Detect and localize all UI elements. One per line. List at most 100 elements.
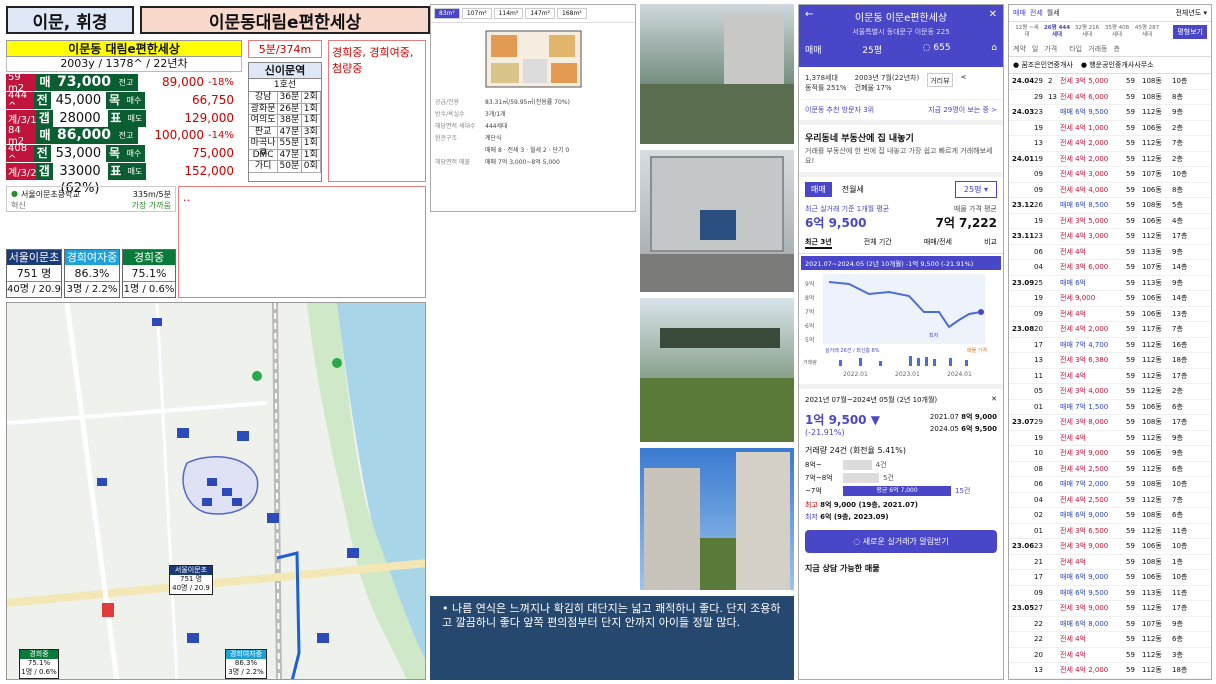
transaction-row[interactable]: 23.11 23 전세 4억 3,000 59 112동 17층 xyxy=(1009,229,1211,245)
transaction-row[interactable]: 06 전세 4억 59 113동 9층 xyxy=(1009,245,1211,260)
tab-sale[interactable]: 매매 xyxy=(805,43,822,56)
floor: 9층 xyxy=(1172,278,1183,287)
transaction-row[interactable]: 04 전세 4억 2,500 59 112동 7층 xyxy=(1009,493,1211,508)
transaction-row[interactable]: 17 매매 7억 4,700 59 112동 16층 xyxy=(1009,338,1211,353)
stat-sub: 1명 / 0.6% xyxy=(123,284,175,295)
transaction-row[interactable]: 13 전세 4억 2,000 59 112동 18층 xyxy=(1009,663,1211,679)
map-label-school[interactable]: 서울이문초 751 명 40명 / 20.9 xyxy=(169,565,213,595)
deal-type-tab[interactable]: 매매 xyxy=(1013,8,1026,18)
photo-2[interactable] xyxy=(640,150,794,292)
transaction-row[interactable]: 13 전세 3억 6,380 59 112동 18층 xyxy=(1009,353,1211,369)
size-filter-tab[interactable]: 32평 216세대 xyxy=(1073,25,1101,39)
transaction-row[interactable]: 11 전세 4억 59 112동 17층 xyxy=(1009,369,1211,384)
transaction-row[interactable]: 04 전세 3억 6,000 59 107동 14층 xyxy=(1009,260,1211,276)
size-filter-tab[interactable]: 26평 444세대 xyxy=(1043,25,1071,39)
size-tab[interactable]: 114m² xyxy=(493,8,524,19)
transaction-row[interactable]: 19 전세 4억 59 112동 9층 xyxy=(1009,431,1211,446)
size-tab[interactable]: 147m² xyxy=(525,8,555,19)
back-icon[interactable]: ← xyxy=(805,9,813,24)
transaction-row[interactable]: 09 전세 4억 3,000 59 107동 10층 xyxy=(1009,167,1211,183)
transaction-row[interactable]: 19 전세 3억 5,000 59 106동 4층 xyxy=(1009,214,1211,229)
transaction-row[interactable]: 07매매 7억59112동9층 xyxy=(1009,679,1211,680)
size-select[interactable]: 25평 xyxy=(862,43,882,56)
transaction-row[interactable]: 24.04 29 2 전세 3억 5,000 59 108동 10층 xyxy=(1009,74,1211,90)
transaction-row[interactable]: 09 전세 4억 4,000 59 106동 8층 xyxy=(1009,183,1211,198)
transaction-row[interactable]: 24.03 23 매매 6억 9,500 59 112동 9층 xyxy=(1009,105,1211,121)
transaction-row[interactable]: 09 매매 6억 9,500 59 113동 11층 xyxy=(1009,586,1211,601)
transaction-row[interactable]: 23.07 29 전세 3억 8,000 59 108동 17층 xyxy=(1009,415,1211,431)
street-view-button[interactable]: 거리뷰 xyxy=(927,73,953,87)
subway-row: 판교 47분 3회 xyxy=(249,126,322,138)
map-label-girls[interactable]: 경희여자중 86.3% 3명 / 2.2% xyxy=(225,649,267,679)
close-icon[interactable]: ✕ xyxy=(991,395,997,405)
walk-time: 5분/374m xyxy=(248,40,322,58)
deal-price: 전세 3억 9,000 xyxy=(1060,449,1109,458)
transaction-row[interactable]: 01 매매 7억 1,500 59 106동 6층 xyxy=(1009,400,1211,415)
transaction-row[interactable]: 17 매매 6억 9,000 59 106동 10층 xyxy=(1009,570,1211,586)
transaction-row[interactable]: 13 전세 4억 2,000 59 112동 7층 xyxy=(1009,136,1211,152)
size-tab[interactable]: 107m² xyxy=(461,8,492,19)
chart-tab[interactable]: 비교 xyxy=(984,237,997,249)
floor: 10층 xyxy=(1172,542,1188,551)
chart-tab[interactable]: 전체 기간 xyxy=(864,237,892,249)
photo-3[interactable] xyxy=(640,298,794,442)
share-icon[interactable]: ⋖ xyxy=(961,73,967,93)
transaction-row[interactable]: 01 전세 3억 6,500 59 112동 11층 xyxy=(1009,524,1211,539)
photo-1[interactable] xyxy=(640,4,794,144)
transaction-row[interactable]: 22 매매 6억 8,000 59 107동 9층 xyxy=(1009,617,1211,632)
transaction-row[interactable]: 19 전세 4억 1,000 59 106동 2층 xyxy=(1009,121,1211,136)
x-tick: 2023.01 xyxy=(895,371,920,378)
deal-type-tab[interactable]: 전세 xyxy=(1030,8,1043,18)
transaction-row[interactable]: 24.01 19 전세 4억 2,000 59 112동 2층 xyxy=(1009,152,1211,167)
size-dropdown[interactable]: 25평 ▾ xyxy=(954,181,997,198)
close-icon[interactable]: ✕ xyxy=(989,9,997,24)
size-view-button[interactable]: 평형보기 xyxy=(1173,25,1207,39)
map-label-middle[interactable]: 경희중 75.1% 1명 / 0.6% xyxy=(19,649,59,679)
transaction-row[interactable]: 19 전세 9,000 59 106동 14층 xyxy=(1009,291,1211,307)
comment-count[interactable]: ◌ 655 xyxy=(923,43,951,56)
chart-tab[interactable]: 매매/전세 xyxy=(924,237,952,249)
transaction-row[interactable]: 10 전세 3억 9,000 59 106동 9층 xyxy=(1009,446,1211,462)
size-filter-tab[interactable]: 45평 287세대 xyxy=(1133,25,1161,39)
transaction-row[interactable]: 23.08 20 전세 4억 2,000 59 117동 7층 xyxy=(1009,322,1211,338)
transaction-row[interactable]: 09 전세 4억 59 106동 13층 xyxy=(1009,307,1211,322)
size-tab[interactable]: 168m² xyxy=(557,8,587,19)
tab-trade[interactable]: 매매 xyxy=(805,182,832,197)
year-select[interactable]: 전체년도 ▾ xyxy=(1175,8,1207,18)
price-chart[interactable]: 9억 8억 7억 6억 5억 실거래 26건 / 최신층 6% 매물 가격 최저… xyxy=(799,272,1003,382)
alert-button[interactable]: ◌ 새로운 실거래가 알림받기 xyxy=(805,530,997,553)
avatar: ● xyxy=(1080,61,1087,69)
size-filter-tab[interactable]: 35평 408세대 xyxy=(1103,25,1131,39)
transaction-row[interactable]: 29 13 전세 4억 6,000 59 108동 8층 xyxy=(1009,90,1211,105)
transaction-row[interactable]: 02 매매 6억 9,000 59 108동 6층 xyxy=(1009,508,1211,524)
transaction-row[interactable]: 23.05 27 전세 3억 9,000 59 112동 17층 xyxy=(1009,601,1211,617)
transaction-row[interactable]: 06 매매 7억 2,000 59 108동 10층 xyxy=(1009,477,1211,493)
agent-1[interactable]: ● 꿈조은인연중개사 xyxy=(1013,60,1073,70)
contract-day: 27 xyxy=(1034,604,1043,613)
subway-row: DMC 47분 1회 xyxy=(249,149,322,161)
map-canvas[interactable] xyxy=(7,303,426,680)
tab-rent[interactable]: 전월세 xyxy=(836,182,870,197)
promo-banner[interactable]: 우리동네 부동산에 집 내놓기 거래를 부동산에 한 번에 집 내놓고 가장 쉽… xyxy=(799,125,1003,177)
bell-icon[interactable]: ⌂ xyxy=(991,43,997,56)
transaction-row[interactable]: 23.12 26 매매 6억 8,500 59 108동 5층 xyxy=(1009,198,1211,214)
building: 112동 xyxy=(1142,108,1162,117)
deal-size: 59 xyxy=(1126,650,1135,659)
travel-time: 50분 xyxy=(278,161,302,172)
size-filter-tab[interactable]: 12평 ~세대 xyxy=(1013,25,1041,39)
size-tab[interactable]: 83m² xyxy=(434,8,460,19)
contract-day: 13 xyxy=(1034,666,1043,675)
chart-tab[interactable]: 최근 3년 xyxy=(805,237,832,249)
deal-type-tab[interactable]: 월세 xyxy=(1047,8,1060,18)
transaction-row[interactable]: 08 전세 4억 2,500 59 112동 6층 xyxy=(1009,462,1211,477)
transaction-row[interactable]: 22 전세 4억 59 112동 6층 xyxy=(1009,632,1211,648)
map[interactable]: 서울이문초 751 명 40명 / 20.9 경희중 75.1% 1명 / 0.… xyxy=(6,302,426,680)
transaction-row[interactable]: 20 전세 4억 59 112동 3층 xyxy=(1009,648,1211,663)
transaction-row[interactable]: 23.06 23 전세 3억 9,000 59 106동 10층 xyxy=(1009,539,1211,555)
transaction-row[interactable]: 23.09 25 매매 6억 59 113동 9층 xyxy=(1009,276,1211,291)
agent-2[interactable]: ● 행운공인중개사사무소 xyxy=(1081,60,1154,70)
visitor-row[interactable]: 이문동 추천 방문자 3위 지금 29명이 보는 중 > xyxy=(799,100,1003,125)
transaction-row[interactable]: 05 전세 3억 4,000 59 112동 2층 xyxy=(1009,384,1211,400)
transaction-row[interactable]: 21 전세 4억 59 108동 1층 xyxy=(1009,555,1211,570)
photo-4[interactable] xyxy=(640,448,794,590)
